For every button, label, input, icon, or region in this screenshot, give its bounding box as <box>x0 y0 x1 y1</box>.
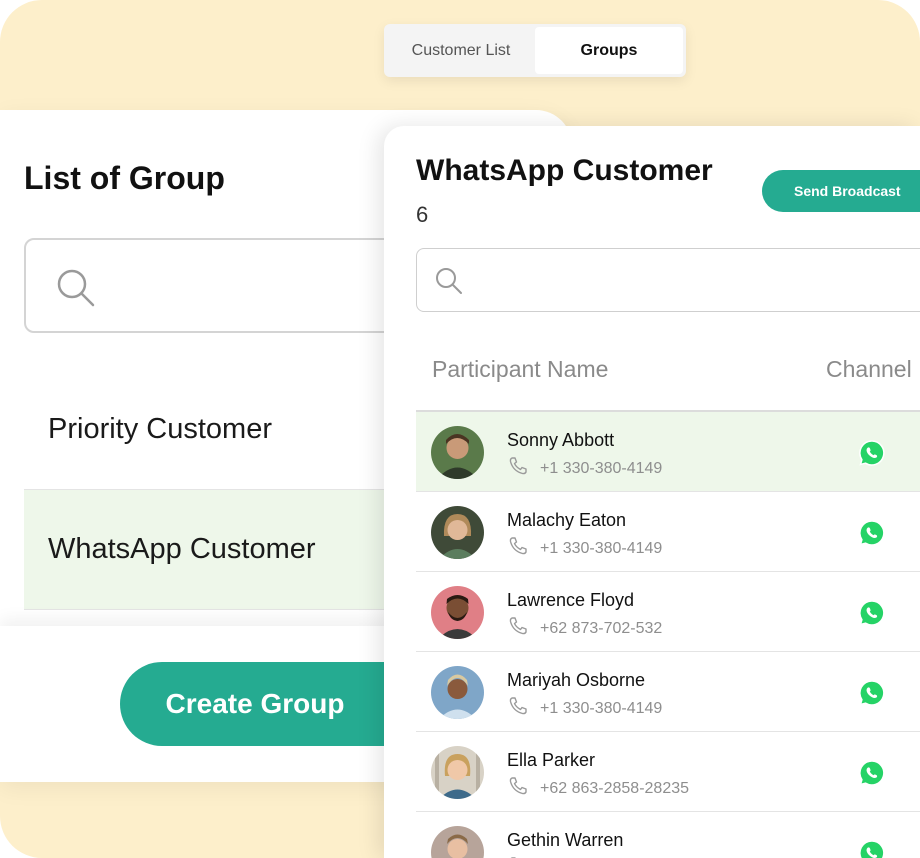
group-detail-panel: WhatsApp Customer 6 Send Broadcast Parti… <box>384 126 920 858</box>
participant-row[interactable]: Malachy Eaton +1 330-380-4149 <box>416 492 920 572</box>
group-item-whatsapp-customer[interactable]: WhatsApp Customer <box>24 490 424 610</box>
participant-phone: +62 863-2858-28235 <box>540 780 690 797</box>
avatar <box>431 666 484 719</box>
participant-row[interactable]: Gethin Warren <box>416 812 920 858</box>
whatsapp-icon <box>858 519 886 552</box>
participant-name: Mariyah Osborne <box>507 670 646 690</box>
group-list-title: List of Group <box>24 160 225 196</box>
phone-icon <box>508 696 528 721</box>
tab-customer-list[interactable]: Customer List <box>387 27 535 74</box>
avatar <box>431 586 484 639</box>
search-icon <box>435 267 463 300</box>
whatsapp-icon <box>858 839 886 858</box>
participant-phone: +1 330-380-4149 <box>540 700 663 717</box>
phone-icon <box>508 536 528 561</box>
participant-name: Gethin Warren <box>507 830 624 850</box>
group-item-priority-customer[interactable]: Priority Customer <box>24 370 424 490</box>
whatsapp-icon <box>858 599 886 632</box>
participant-phone: +1 330-380-4149 <box>540 540 663 557</box>
group-detail-title: WhatsApp Customer <box>416 154 713 187</box>
whatsapp-icon <box>858 759 886 792</box>
avatar <box>431 506 484 559</box>
send-broadcast-button[interactable]: Send Broadcast <box>762 170 920 212</box>
participant-name: Ella Parker <box>507 750 596 770</box>
participant-count: 6 <box>416 202 429 227</box>
participant-search-input[interactable] <box>416 248 920 312</box>
participant-phone: +1 330-380-4149 <box>540 460 663 477</box>
participant-row[interactable]: Ella Parker +62 863-2858-28235 <box>416 732 920 812</box>
participant-row[interactable]: Sonny Abbott +1 330-380-4149 <box>416 412 920 492</box>
participant-name: Lawrence Floyd <box>507 590 635 610</box>
view-tabs: Customer List Groups <box>384 24 686 77</box>
tab-groups[interactable]: Groups <box>535 27 683 74</box>
participant-phone: +62 873-702-532 <box>540 620 663 637</box>
whatsapp-icon <box>858 679 886 712</box>
whatsapp-icon <box>858 439 886 472</box>
phone-icon <box>508 776 528 801</box>
participant-name: Malachy Eaton <box>507 510 627 530</box>
participant-row[interactable]: Lawrence Floyd +62 873-702-532 <box>416 572 920 652</box>
search-icon <box>56 268 96 313</box>
avatar <box>431 426 484 479</box>
participant-row[interactable]: Mariyah Osborne +1 330-380-4149 <box>416 652 920 732</box>
column-header-channel: Channel <box>826 356 912 382</box>
group-search-input[interactable] <box>24 238 444 333</box>
phone-icon <box>508 456 528 481</box>
column-header-participant-name: Participant Name <box>432 356 609 382</box>
participant-name: Sonny Abbott <box>507 430 615 450</box>
avatar <box>431 746 484 799</box>
phone-icon <box>508 616 528 641</box>
avatar <box>431 826 484 858</box>
